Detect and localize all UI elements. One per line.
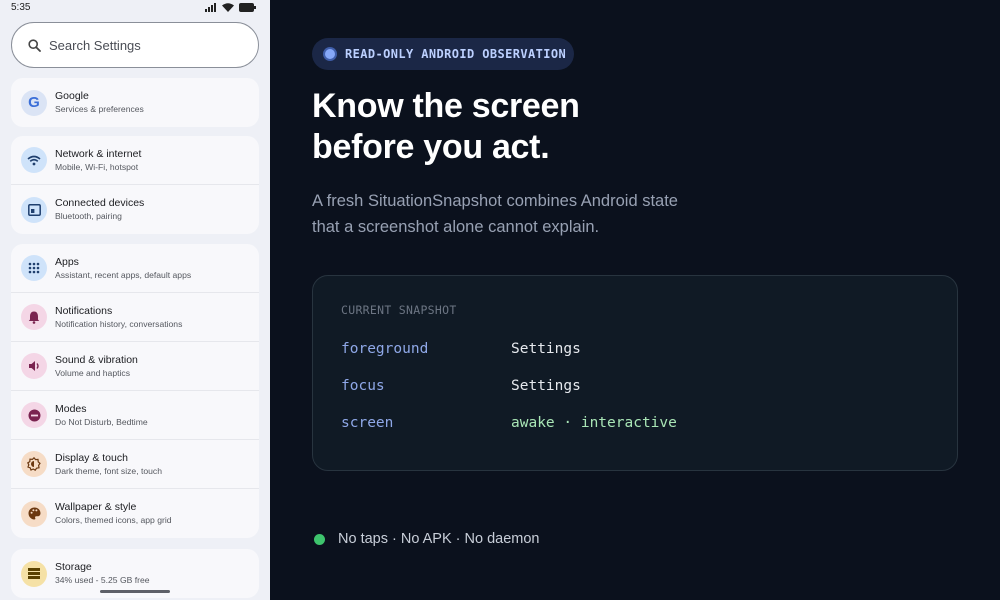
settings-item-title: Connected devices <box>55 197 145 209</box>
palette-icon <box>21 500 47 527</box>
snapshot-row-foreground: foreground Settings <box>341 341 581 357</box>
search-icon <box>28 38 41 52</box>
speaker-icon <box>21 353 47 379</box>
lead-line-2: that a screenshot alone cannot explain. <box>312 218 600 236</box>
snapshot-value: awake · interactive <box>511 415 677 431</box>
headline-line-1: Know the screen <box>312 87 580 125</box>
settings-group-google: G Google Services & preferences <box>11 78 259 127</box>
settings-item-connected-devices[interactable]: Connected devices Bluetooth, pairing <box>11 185 259 234</box>
settings-item-title: Storage <box>55 561 92 573</box>
settings-item-title: Notifications <box>55 304 113 317</box>
settings-item-subtitle: Colors, themed icons, app grid <box>55 515 172 525</box>
settings-item-network[interactable]: Network & internet Mobile, Wi-Fi, hotspo… <box>11 136 259 185</box>
status-clock: 5:35 <box>11 2 31 13</box>
settings-item-subtitle: Notification history, conversations <box>55 318 183 329</box>
wifi-status-icon <box>222 3 234 12</box>
snapshot-key: screen <box>341 415 394 431</box>
storage-icon <box>21 560 47 587</box>
do-not-disturb-icon <box>21 402 47 428</box>
footer-text: No taps · No APK · No daemon <box>338 531 540 547</box>
settings-item-title: Display & touch <box>55 451 128 464</box>
settings-item-subtitle: Mobile, Wi-Fi, hotspot <box>55 161 139 172</box>
settings-item-wallpaper[interactable]: Wallpaper & style Colors, themed icons, … <box>11 489 259 538</box>
settings-item-subtitle: Services & preferences <box>55 104 144 114</box>
search-bar[interactable] <box>11 22 259 68</box>
settings-item-apps[interactable]: Apps Assistant, recent apps, default app… <box>11 244 259 293</box>
brightness-icon <box>21 451 47 477</box>
snapshot-key: foreground <box>341 341 429 357</box>
search-input[interactable] <box>49 37 229 53</box>
snapshot-row-screen: screen awake · interactive <box>341 415 677 431</box>
lead-line-1: A fresh SituationSnapshot combines Andro… <box>312 192 678 210</box>
bell-icon <box>21 304 47 330</box>
snapshot-row-focus: focus Settings <box>341 378 581 394</box>
snapshot-value: Settings <box>511 378 581 394</box>
settings-item-subtitle: Volume and haptics <box>55 367 131 378</box>
wifi-icon <box>21 147 47 173</box>
badge-dot-icon <box>325 49 335 59</box>
apps-grid-icon <box>21 255 47 281</box>
settings-item-subtitle: 34% used - 5.25 GB free <box>55 575 150 585</box>
google-icon: G <box>21 89 47 116</box>
settings-item-sound[interactable]: Sound & vibration Volume and haptics <box>11 342 259 391</box>
settings-item-modes[interactable]: Modes Do Not Disturb, Bedtime <box>11 391 259 440</box>
snapshot-card: CURRENT SNAPSHOT foreground Settings foc… <box>312 275 958 471</box>
settings-item-subtitle: Do Not Disturb, Bedtime <box>55 416 148 427</box>
headline: Know the screen before you act. <box>312 86 580 168</box>
snapshot-key: focus <box>341 378 385 394</box>
phone-screen: 5:35 G Google Se <box>0 0 270 600</box>
snapshot-value: Settings <box>511 341 581 357</box>
settings-item-title: Apps <box>55 255 79 268</box>
settings-item-title: Modes <box>55 402 87 415</box>
settings-item-title: Google <box>55 90 89 102</box>
devices-icon <box>21 196 47 223</box>
gesture-nav-handle[interactable] <box>100 590 170 593</box>
lead-paragraph: A fresh SituationSnapshot combines Andro… <box>312 188 732 240</box>
settings-item-google[interactable]: G Google Services & preferences <box>11 78 259 127</box>
battery-icon <box>239 3 256 12</box>
footer-note: No taps · No APK · No daemon <box>314 531 540 547</box>
snapshot-label: CURRENT SNAPSHOT <box>341 303 457 317</box>
settings-group-connectivity: Network & internet Mobile, Wi-Fi, hotspo… <box>11 136 259 234</box>
settings-item-notifications[interactable]: Notifications Notification history, conv… <box>11 293 259 342</box>
info-panel: READ-ONLY ANDROID OBSERVATION Know the s… <box>270 0 1000 600</box>
status-dot-icon <box>314 533 325 545</box>
settings-item-title: Wallpaper & style <box>55 501 137 513</box>
status-bar: 5:35 <box>0 0 270 16</box>
settings-item-subtitle: Assistant, recent apps, default apps <box>55 269 192 280</box>
headline-line-2: before you act. <box>312 128 550 166</box>
settings-item-subtitle: Bluetooth, pairing <box>55 211 122 221</box>
signal-icon <box>205 3 216 12</box>
badge-label: READ-ONLY ANDROID OBSERVATION <box>345 47 567 61</box>
mode-badge: READ-ONLY ANDROID OBSERVATION <box>312 38 574 70</box>
settings-group-apps-display: Apps Assistant, recent apps, default app… <box>11 244 259 538</box>
settings-item-title: Network & internet <box>55 147 142 160</box>
settings-item-display[interactable]: Display & touch Dark theme, font size, t… <box>11 440 259 489</box>
settings-item-subtitle: Dark theme, font size, touch <box>55 465 162 476</box>
settings-item-title: Sound & vibration <box>55 353 138 366</box>
